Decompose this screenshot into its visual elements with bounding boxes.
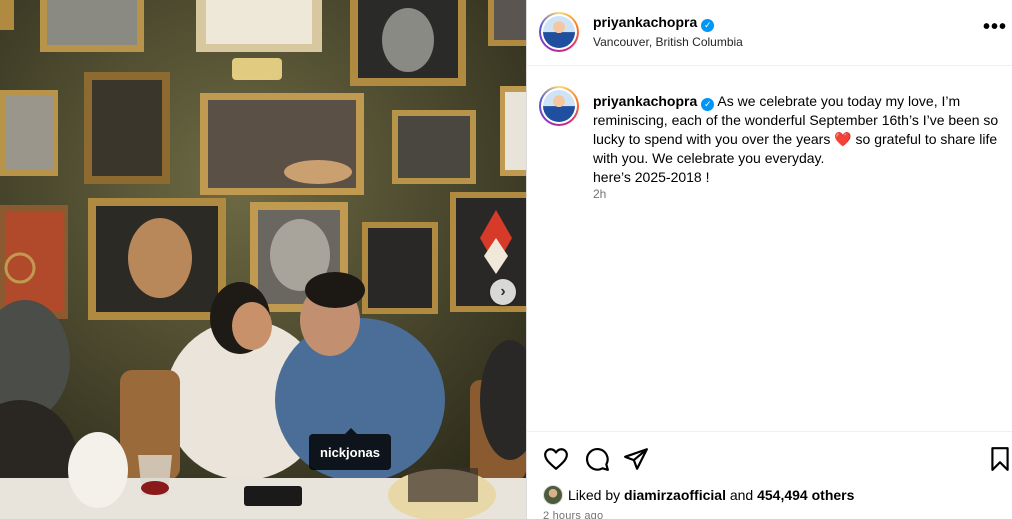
header-username[interactable]: priyankachopra — [593, 14, 697, 30]
comment-icon[interactable] — [584, 446, 610, 472]
photo-scene — [0, 0, 526, 519]
likes-summary: Liked by diamirzaofficial and 454,494 ot… — [543, 485, 854, 505]
liked-by-prefix: Liked by — [568, 487, 621, 503]
verified-icon: ✓ — [701, 19, 715, 32]
post-details-panel: priyankachopra ✓ Vancouver, British Colum… — [526, 0, 1012, 519]
liked-and: and — [729, 487, 754, 503]
caption-body-line2: here’s 2025-2018 ! — [593, 169, 710, 185]
likes-count[interactable]: 454,494 others — [757, 487, 854, 503]
user-tag[interactable]: nickjonas — [309, 428, 391, 470]
heart-emoji: ❤️ — [834, 131, 852, 147]
caption-username[interactable]: priyankachopra — [593, 93, 697, 109]
verified-icon: ✓ — [701, 98, 715, 111]
post-photo[interactable]: nickjonas › — [0, 0, 526, 519]
post-header: priyankachopra ✓ Vancouver, British Colum… — [527, 0, 1012, 66]
liker-avatar[interactable] — [543, 485, 563, 505]
avatar[interactable] — [539, 12, 579, 52]
liked-by-user[interactable]: diamirzaofficial — [624, 487, 726, 503]
bookmark-icon[interactable] — [987, 446, 1012, 472]
avatar-image — [543, 16, 575, 48]
heart-icon[interactable] — [543, 446, 569, 472]
caption-text: priyankachopra ✓ As we celebrate you toda… — [593, 92, 1003, 187]
action-bar: Liked by diamirzaofficial and 454,494 ot… — [527, 431, 1012, 519]
avatar-image — [543, 90, 575, 122]
chevron-right-icon[interactable]: › — [490, 279, 516, 305]
caption-avatar[interactable] — [539, 86, 579, 126]
location-link[interactable]: Vancouver, British Columbia — [593, 35, 743, 49]
share-icon[interactable] — [623, 446, 649, 472]
more-icon[interactable]: ••• — [983, 16, 1007, 39]
caption-timestamp[interactable]: 2h — [593, 187, 606, 201]
post-timestamp[interactable]: 2 hours ago — [543, 510, 603, 519]
header-user: priyankachopra ✓ — [593, 14, 715, 32]
